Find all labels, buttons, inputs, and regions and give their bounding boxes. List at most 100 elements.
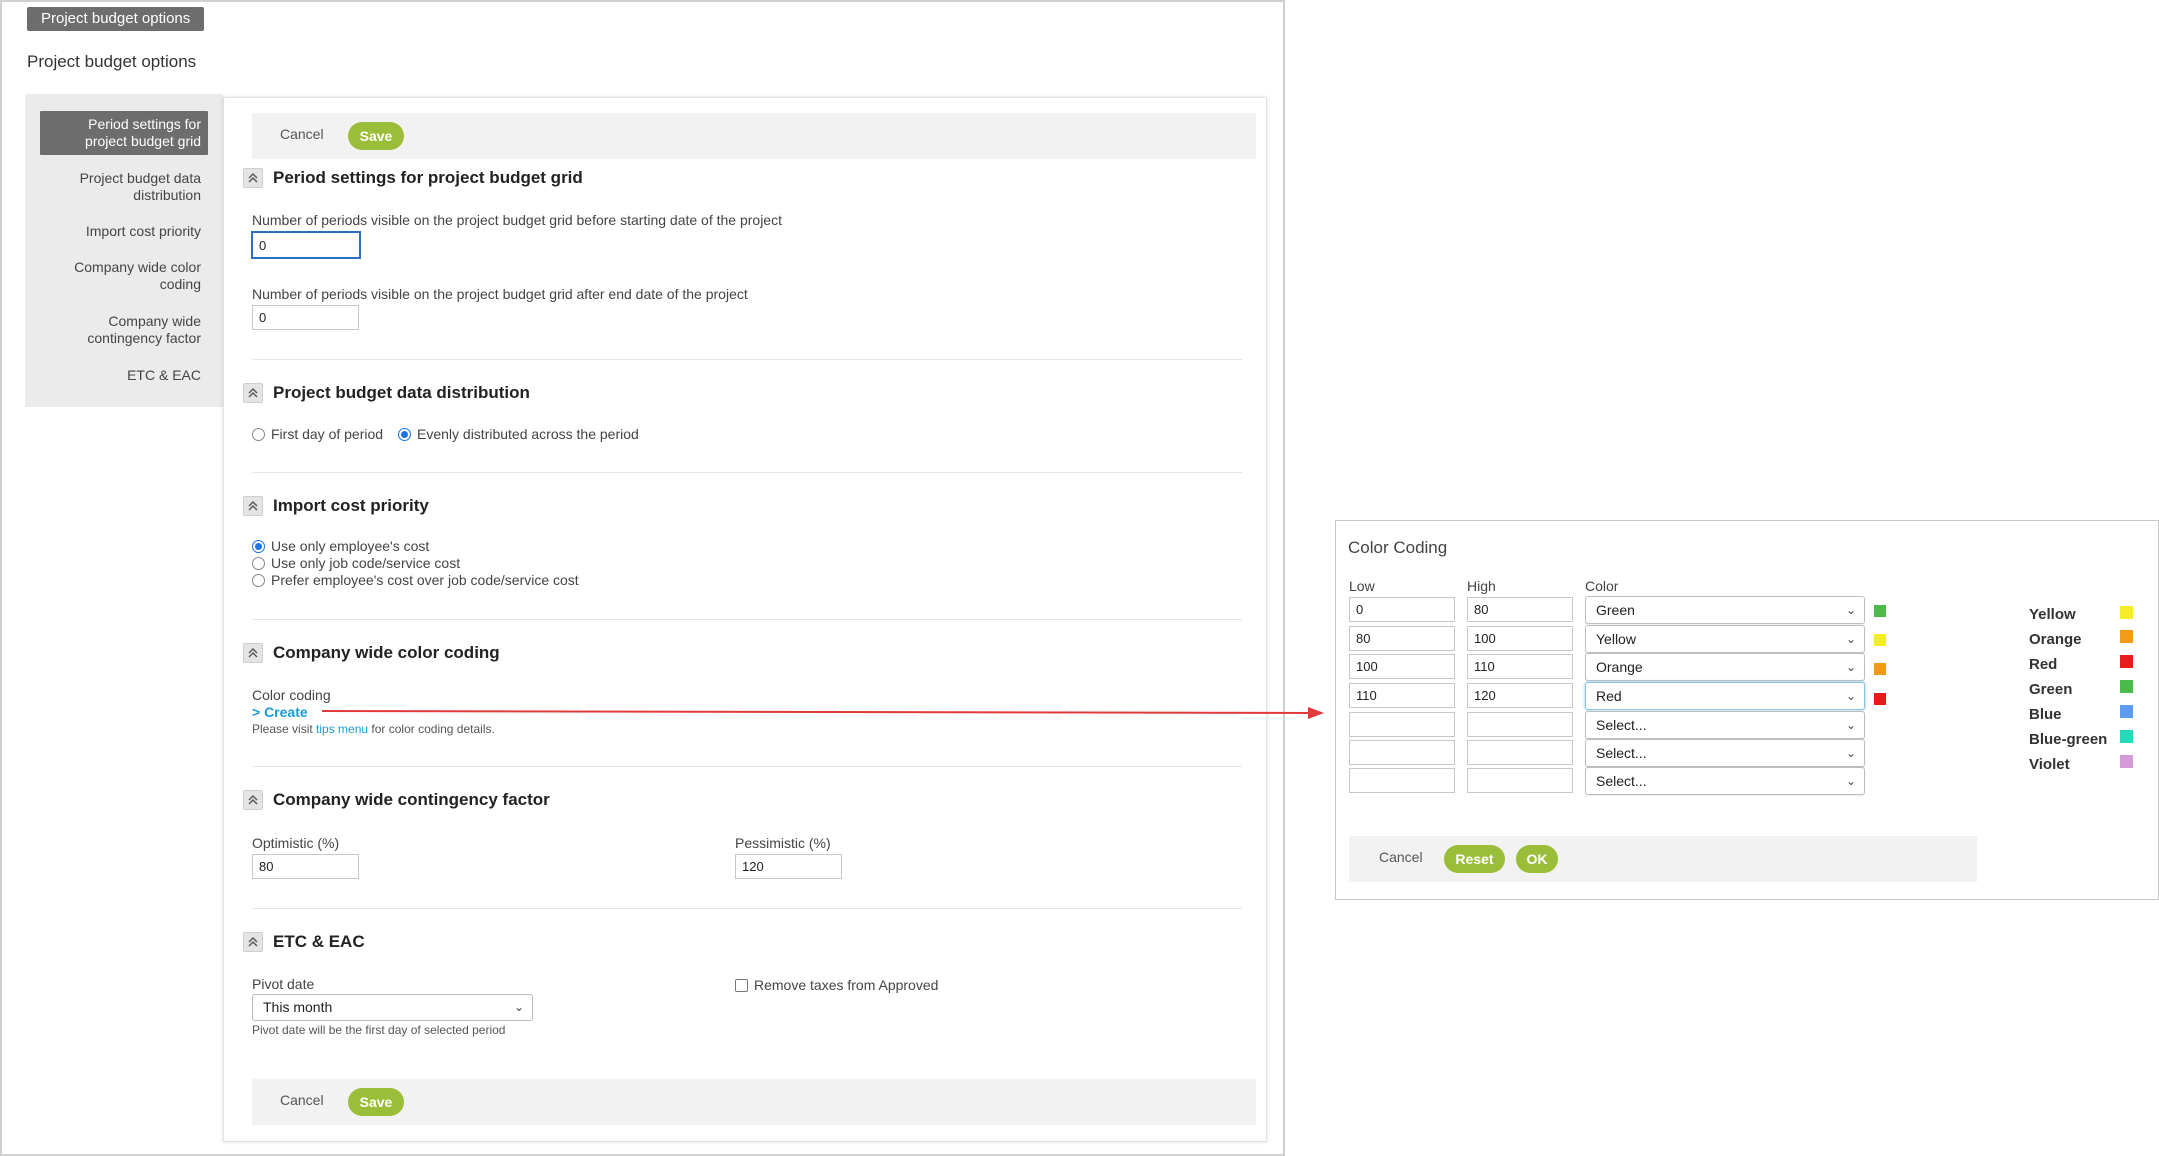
color-select[interactable]: Red ⌄ bbox=[1585, 682, 1865, 710]
legend-label: Blue bbox=[2029, 706, 2062, 723]
radio-button[interactable] bbox=[398, 427, 411, 441]
bottom-action-bar: Cancel Save bbox=[252, 1079, 1256, 1125]
main-window: Project budget options Project budget op… bbox=[0, 0, 1285, 1156]
section-title: Project budget data distribution bbox=[273, 383, 530, 402]
high-input[interactable]: 100 bbox=[1467, 626, 1573, 651]
settings-panel: Cancel Save Period settings for project … bbox=[223, 97, 1267, 1142]
radio-employee-cost[interactable]: Use only employee's cost bbox=[252, 538, 429, 554]
remove-taxes-label: Remove taxes from Approved bbox=[754, 977, 939, 993]
high-input[interactable] bbox=[1467, 712, 1573, 737]
color-swatch bbox=[1874, 693, 1886, 705]
legend-swatch bbox=[2120, 606, 2133, 619]
ok-button[interactable]: OK bbox=[1516, 845, 1558, 873]
collapse-icon[interactable] bbox=[243, 790, 263, 810]
pivot-date-value: This month bbox=[263, 999, 333, 1015]
radio-button[interactable] bbox=[252, 573, 265, 587]
radio-button[interactable] bbox=[252, 539, 265, 553]
color-select[interactable]: Select... ⌄ bbox=[1585, 767, 1865, 795]
section-title: Company wide color coding bbox=[273, 643, 500, 662]
periods-after-label: Number of periods visible on the project… bbox=[252, 286, 748, 302]
low-column-header: Low bbox=[1349, 578, 1375, 594]
periods-after-input[interactable] bbox=[252, 305, 359, 330]
low-input[interactable]: 0 bbox=[1349, 597, 1455, 622]
radio-first-day[interactable]: First day of period bbox=[252, 426, 383, 442]
periods-before-input[interactable] bbox=[251, 231, 361, 259]
periods-before-label: Number of periods visible on the project… bbox=[252, 212, 782, 228]
legend-label: Orange bbox=[2029, 631, 2082, 648]
sidebar-item-etc-eac[interactable]: ETC & EAC bbox=[40, 367, 208, 384]
reset-button[interactable]: Reset bbox=[1444, 845, 1505, 873]
low-input[interactable]: 100 bbox=[1349, 654, 1455, 679]
dialog-footer: Cancel Reset OK bbox=[1349, 836, 1977, 882]
color-swatch bbox=[1874, 663, 1886, 675]
collapse-icon[interactable] bbox=[243, 496, 263, 516]
color-select[interactable]: Select... ⌄ bbox=[1585, 711, 1865, 739]
radio-prefer-employee-cost[interactable]: Prefer employee's cost over job code/ser… bbox=[252, 572, 579, 588]
dialog-cancel-button[interactable]: Cancel bbox=[1379, 849, 1423, 865]
high-column-header: High bbox=[1467, 578, 1496, 594]
pivot-date-note: Pivot date will be the first day of sele… bbox=[252, 1023, 506, 1037]
low-input[interactable] bbox=[1349, 768, 1455, 793]
section-divider bbox=[252, 472, 1242, 473]
color-select-value: Select... bbox=[1596, 717, 1647, 733]
section-divider bbox=[252, 766, 1242, 767]
radio-label: Evenly distributed across the period bbox=[417, 426, 639, 442]
optimistic-input[interactable] bbox=[252, 854, 359, 879]
sidebar-item-data-distribution[interactable]: Project budget data distribution bbox=[40, 170, 208, 204]
color-select[interactable]: Green ⌄ bbox=[1585, 596, 1865, 624]
color-column-header: Color bbox=[1585, 578, 1619, 594]
section-title: Period settings for project budget grid bbox=[273, 168, 583, 187]
radio-job-code-cost[interactable]: Use only job code/service cost bbox=[252, 555, 460, 571]
radio-label: Use only employee's cost bbox=[271, 538, 430, 554]
high-input[interactable]: 120 bbox=[1467, 683, 1573, 708]
color-select-value: Red bbox=[1596, 688, 1622, 704]
sidebar: Period settings for project budget grid … bbox=[25, 94, 223, 407]
low-input[interactable]: 80 bbox=[1349, 626, 1455, 651]
high-input[interactable] bbox=[1467, 740, 1573, 765]
pessimistic-input[interactable] bbox=[735, 854, 842, 879]
collapse-icon[interactable] bbox=[243, 168, 263, 188]
legend-label: Red bbox=[2029, 656, 2058, 673]
save-button[interactable]: Save bbox=[348, 1088, 404, 1116]
legend-swatch bbox=[2120, 730, 2133, 743]
low-input[interactable] bbox=[1349, 740, 1455, 765]
collapse-icon[interactable] bbox=[243, 643, 263, 663]
remove-taxes-checkbox-row[interactable]: Remove taxes from Approved bbox=[735, 977, 938, 993]
sidebar-item-import-cost[interactable]: Import cost priority bbox=[40, 223, 208, 240]
cancel-button[interactable]: Cancel bbox=[280, 126, 324, 142]
top-action-bar: Cancel Save bbox=[252, 113, 1256, 159]
cancel-button[interactable]: Cancel bbox=[280, 1092, 324, 1108]
sidebar-item-period-settings[interactable]: Period settings for project budget grid bbox=[40, 111, 208, 155]
collapse-icon[interactable] bbox=[243, 932, 263, 952]
legend-swatch bbox=[2120, 705, 2133, 718]
collapse-icon[interactable] bbox=[243, 383, 263, 403]
sidebar-item-color-coding[interactable]: Company wide color coding bbox=[40, 259, 208, 293]
section-title: Import cost priority bbox=[273, 496, 429, 515]
radio-button[interactable] bbox=[252, 427, 265, 441]
low-input[interactable] bbox=[1349, 712, 1455, 737]
remove-taxes-checkbox[interactable] bbox=[735, 978, 748, 992]
chevron-down-icon: ⌄ bbox=[1845, 774, 1856, 788]
create-color-coding-link[interactable]: > Create bbox=[252, 704, 308, 720]
sidebar-item-contingency[interactable]: Company wide contingency factor bbox=[40, 313, 208, 347]
pivot-date-select[interactable]: This month ⌄ bbox=[252, 994, 533, 1021]
radio-button[interactable] bbox=[252, 556, 265, 570]
color-select[interactable]: Yellow ⌄ bbox=[1585, 625, 1865, 653]
save-button[interactable]: Save bbox=[348, 122, 404, 150]
low-input[interactable]: 110 bbox=[1349, 683, 1455, 708]
high-input[interactable]: 80 bbox=[1467, 597, 1573, 622]
chevron-down-icon: ⌄ bbox=[1845, 718, 1856, 732]
high-input[interactable] bbox=[1467, 768, 1573, 793]
color-coding-dialog: Color Coding Low High Color 0 80 Green ⌄… bbox=[1335, 520, 2159, 900]
window-title-tab: Project budget options bbox=[27, 7, 205, 31]
color-select[interactable]: Orange ⌄ bbox=[1585, 653, 1865, 681]
radio-evenly-distributed[interactable]: Evenly distributed across the period bbox=[398, 426, 639, 442]
radio-label: First day of period bbox=[271, 426, 384, 442]
color-select-value: Yellow bbox=[1596, 631, 1636, 647]
section-divider bbox=[252, 619, 1242, 620]
high-input[interactable]: 110 bbox=[1467, 654, 1573, 679]
note-text: Please visit bbox=[252, 722, 313, 736]
color-select[interactable]: Select... ⌄ bbox=[1585, 739, 1865, 767]
color-swatch bbox=[1874, 634, 1886, 646]
radio-label: Use only job code/service cost bbox=[271, 555, 461, 571]
